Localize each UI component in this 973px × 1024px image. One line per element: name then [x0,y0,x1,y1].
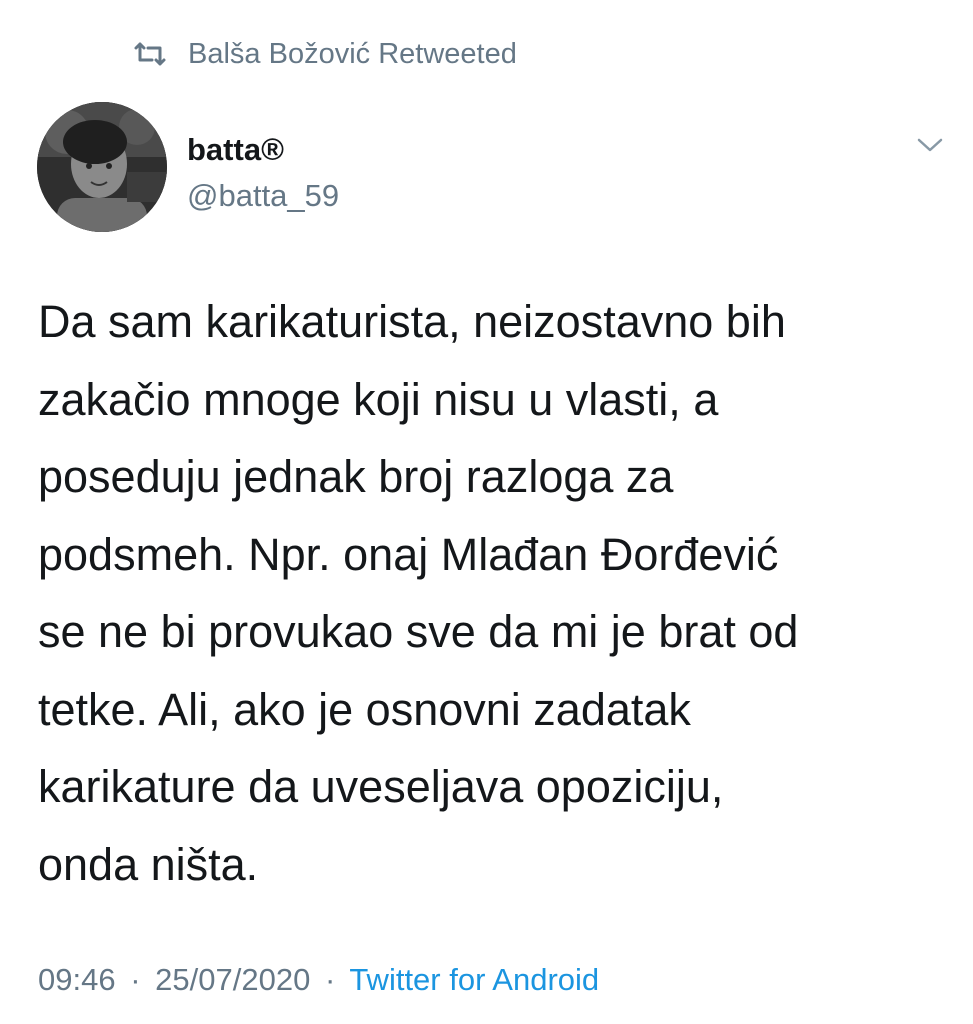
tweet-line: Da sam karikaturista, neizostavno bih [38,296,786,347]
tweet-text: Da sam karikaturista, neizostavno bih za… [38,283,938,903]
tweet-meta: 09:46 · 25/07/2020 · Twitter for Android [38,962,599,998]
tweet-card: Balša Božović Retweeted batta® @batta_59… [0,0,973,1024]
tweet-date[interactable]: 25/07/2020 [155,962,310,997]
retweet-icon [134,42,166,66]
tweet-line: podsmeh. Npr. onaj Mlađan Đorđević [38,528,779,580]
author-name[interactable]: batta® [187,132,284,168]
meta-separator: · [130,962,141,997]
retweet-label: Balša Božović Retweeted [188,37,517,70]
avatar[interactable] [37,102,167,232]
chevron-down-icon[interactable] [917,137,943,153]
tweet-line: se ne bi provukao sve da mi je brat od [38,606,799,657]
tweet-line: karikature da uveseljava opoziciju, [38,761,724,812]
tweet-source-link[interactable]: Twitter for Android [349,962,599,997]
tweet-line: poseduju jednak broj razloga za [38,451,674,502]
retweet-context[interactable]: Balša Božović Retweeted [132,34,517,74]
avatar-photo [37,102,167,232]
author-handle[interactable]: @batta_59 [187,178,339,214]
meta-separator: · [324,962,336,997]
tweet-line: zakačio mnoge koji nisu u vlasti, a [38,373,719,425]
tweet-line: tetke. Ali, ako je osnovni zadatak [38,683,691,735]
tweet-time[interactable]: 09:46 [38,962,116,997]
tweet-line: onda ništa. [38,838,259,890]
